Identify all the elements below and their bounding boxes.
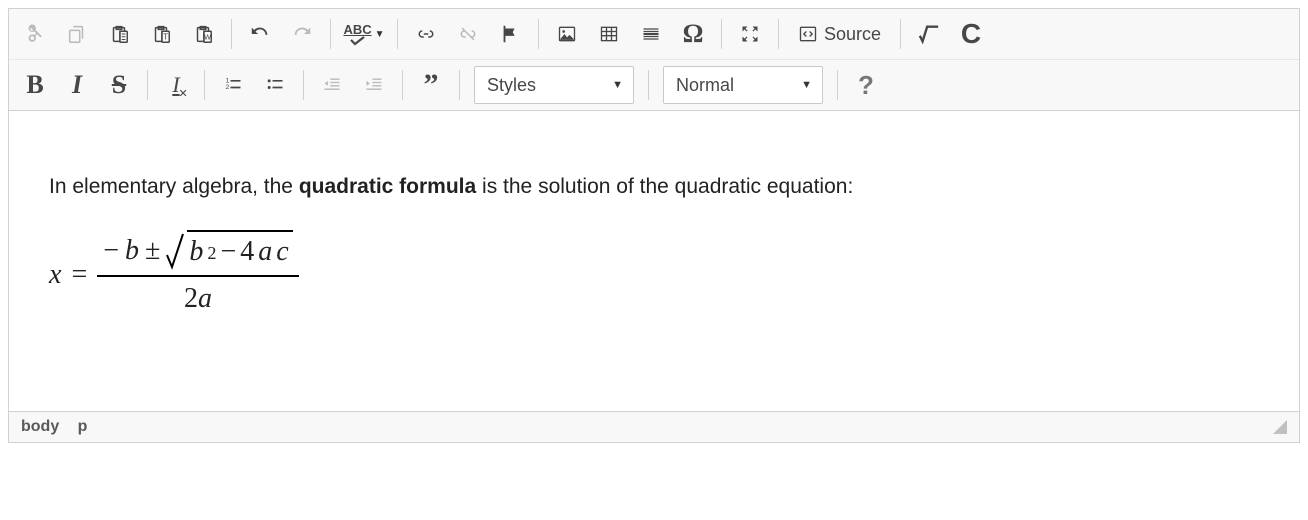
math-button[interactable]: [909, 15, 949, 53]
quadratic-formula: x = −b ± b2 − 4ac 2a: [49, 230, 1259, 319]
redo-icon: [290, 23, 314, 45]
toolbar-separator: [837, 70, 838, 100]
path-segment[interactable]: p: [78, 418, 88, 435]
styles-combo-label: Styles: [487, 75, 536, 96]
undo-button[interactable]: [240, 15, 280, 53]
status-bar: body p: [9, 411, 1299, 442]
special-char-button[interactable]: Ω: [673, 15, 713, 53]
spellcheck-button[interactable]: ABC ▼: [339, 15, 389, 53]
paste-button[interactable]: [99, 15, 139, 53]
svg-text:T: T: [163, 33, 168, 42]
toolbar-separator: [538, 19, 539, 49]
toolbar-separator: [459, 70, 460, 100]
toolbar-separator: [204, 70, 205, 100]
copy-button[interactable]: [57, 15, 97, 53]
about-button[interactable]: ?: [846, 66, 886, 104]
chevron-down-icon: ▼: [801, 79, 812, 91]
image-icon: [556, 24, 578, 44]
element-path: body p: [21, 418, 101, 436]
toolbar-separator: [397, 19, 398, 49]
strike-button[interactable]: S: [99, 66, 139, 104]
toolbar-separator: [303, 70, 304, 100]
anchor-button[interactable]: [490, 15, 530, 53]
radical-icon: [166, 233, 184, 271]
check-icon: [350, 36, 366, 46]
svg-text:2: 2: [226, 84, 230, 91]
toolbar-separator: [402, 70, 403, 100]
chevron-down-icon: ▼: [375, 29, 385, 40]
editor-frame: T W ABC ▼: [8, 8, 1300, 443]
paste-text-button[interactable]: T: [141, 15, 181, 53]
sqrt-icon: [917, 23, 941, 45]
path-segment[interactable]: body: [21, 418, 59, 435]
source-button[interactable]: Source: [787, 15, 892, 53]
cut-icon: [24, 23, 46, 45]
maximize-icon: [740, 24, 760, 44]
paste-icon: [108, 22, 130, 46]
paste-text-icon: T: [150, 22, 172, 46]
redo-button[interactable]: [282, 15, 322, 53]
source-icon: [798, 24, 818, 44]
undo-icon: [248, 23, 272, 45]
toolbar-separator: [648, 70, 649, 100]
outdent-button[interactable]: [312, 66, 352, 104]
unlink-icon: [456, 25, 480, 43]
svg-text:W: W: [204, 33, 211, 42]
toolbar-separator: [231, 19, 232, 49]
link-icon: [414, 25, 438, 43]
format-combo-label: Normal: [676, 75, 734, 96]
ordered-list-button[interactable]: 12: [213, 66, 253, 104]
table-icon: [598, 24, 620, 44]
table-button[interactable]: [589, 15, 629, 53]
link-button[interactable]: [406, 15, 446, 53]
toolbar-row-1: T W ABC ▼: [9, 9, 1299, 60]
styles-combo[interactable]: Styles ▼: [474, 66, 634, 104]
editor-content[interactable]: In elementary algebra, the quadratic for…: [9, 111, 1299, 411]
paste-word-button[interactable]: W: [183, 15, 223, 53]
bold-button[interactable]: B: [15, 66, 55, 104]
flag-icon: [499, 23, 521, 45]
source-label: Source: [824, 24, 881, 45]
cut-button[interactable]: [15, 15, 55, 53]
toolbar-separator: [721, 19, 722, 49]
abc-label: ABC: [343, 23, 371, 36]
italic-button[interactable]: I: [57, 66, 97, 104]
intro-text-post: is the solution of the quadratic equatio…: [476, 175, 853, 198]
toolbar-separator: [330, 19, 331, 49]
remove-format-button[interactable]: I✕: [156, 66, 196, 104]
intro-text-bold: quadratic formula: [299, 175, 476, 198]
copy-icon: [66, 23, 88, 45]
blockquote-button[interactable]: ”: [411, 66, 451, 104]
hr-button[interactable]: [631, 15, 671, 53]
image-button[interactable]: [547, 15, 587, 53]
toolbar-separator: [147, 70, 148, 100]
outdent-icon: [321, 75, 343, 95]
format-combo[interactable]: Normal ▼: [663, 66, 823, 104]
toolbar-separator: [778, 19, 779, 49]
unlink-button[interactable]: [448, 15, 488, 53]
intro-text-pre: In elementary algebra, the: [49, 175, 299, 198]
resize-grip[interactable]: [1273, 420, 1287, 434]
toolbar-separator: [900, 19, 901, 49]
bulleted-list-icon: [264, 75, 286, 95]
maximize-button[interactable]: [730, 15, 770, 53]
bulleted-list-button[interactable]: [255, 66, 295, 104]
chevron-down-icon: ▼: [612, 79, 623, 91]
paste-word-icon: W: [192, 22, 214, 46]
indent-button[interactable]: [354, 66, 394, 104]
toolbar-row-2: B I S I✕ 12 ” Styles ▼ Normal ▼: [9, 60, 1299, 111]
chemistry-button[interactable]: C: [951, 15, 991, 53]
indent-icon: [363, 75, 385, 95]
content-paragraph: In elementary algebra, the quadratic for…: [49, 172, 1259, 202]
ordered-list-icon: 12: [222, 75, 244, 95]
horizontal-line-icon: [640, 24, 662, 44]
